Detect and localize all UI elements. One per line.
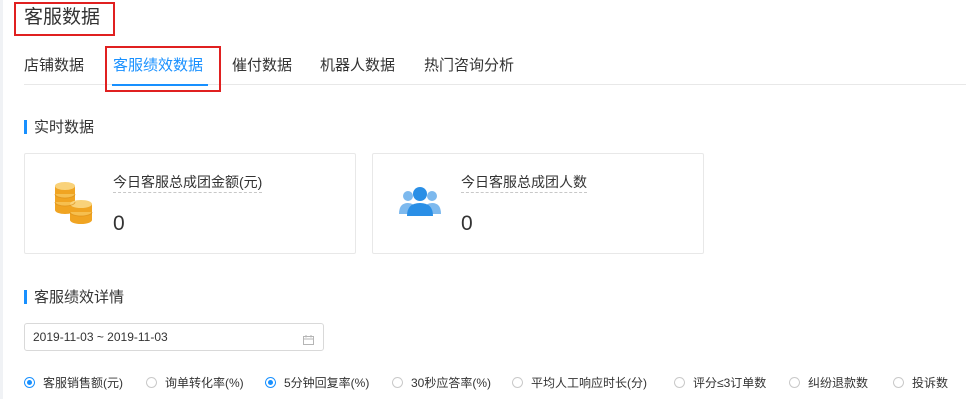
- metric-radio-conversion[interactable]: 询单转化率(%): [146, 374, 244, 390]
- card-total-buyers: 今日客服总成团人数 0: [372, 153, 704, 254]
- page-title: 客服数据: [24, 7, 101, 28]
- radio-label: 平均人工响应时长(分): [531, 375, 647, 390]
- radio-label: 5分钟回复率(%): [284, 375, 370, 390]
- tab-robot-data[interactable]: 机器人数据: [320, 56, 395, 76]
- card-value: 0: [461, 212, 473, 235]
- radio-label: 评分≤3订单数: [693, 375, 767, 390]
- users-icon: [398, 182, 442, 226]
- radio-label: 30秒应答率(%): [411, 375, 492, 390]
- radio-dot: [146, 376, 157, 388]
- date-range-picker[interactable]: 2019-11-03 ~ 2019-11-03: [24, 323, 324, 351]
- radio-label: 客服销售额(元): [43, 375, 123, 390]
- card-total-amount: 今日客服总成团金额(元) 0: [24, 153, 356, 254]
- realtime-heading: 实时数据: [24, 118, 94, 138]
- radio-dot: [265, 376, 276, 388]
- metric-radio-avg-response[interactable]: 平均人工响应时长(分): [512, 374, 647, 390]
- radio-dot: [512, 376, 523, 388]
- radio-dot: [392, 376, 403, 388]
- tab-payment-reminder[interactable]: 催付数据: [232, 56, 292, 76]
- metric-radio-sales[interactable]: 客服销售额(元): [24, 374, 123, 390]
- card-value: 0: [113, 212, 125, 235]
- metric-radio-5min-reply[interactable]: 5分钟回复率(%): [265, 374, 369, 390]
- radio-label: 询单转化率(%): [165, 375, 244, 390]
- radio-label: 投诉数: [912, 375, 949, 390]
- metric-radio-low-rating[interactable]: 评分≤3订单数: [674, 374, 766, 390]
- radio-dot: [24, 376, 35, 388]
- radio-dot: [674, 376, 685, 388]
- date-range-value: 2019-11-03 ~ 2019-11-03: [33, 330, 168, 344]
- tab-hot-inquiries[interactable]: 热门咨询分析: [424, 56, 514, 76]
- radio-dot: [789, 376, 800, 388]
- radio-label: 纠纷退款数: [808, 375, 869, 390]
- tab-shop-data[interactable]: 店铺数据: [24, 56, 84, 76]
- card-label: 今日客服总成团金额(元): [113, 173, 263, 193]
- coins-icon: [50, 182, 94, 226]
- calendar-icon: [303, 332, 314, 345]
- metric-radio-dispute-refund[interactable]: 纠纷退款数: [789, 374, 868, 390]
- performance-heading: 客服绩效详情: [24, 288, 124, 308]
- metric-radio-complaints[interactable]: 投诉数: [893, 374, 948, 390]
- metric-radio-30s-answer[interactable]: 30秒应答率(%): [392, 374, 491, 390]
- radio-dot: [893, 376, 904, 388]
- card-label: 今日客服总成团人数: [461, 173, 587, 193]
- active-tab-highlight: [105, 46, 221, 92]
